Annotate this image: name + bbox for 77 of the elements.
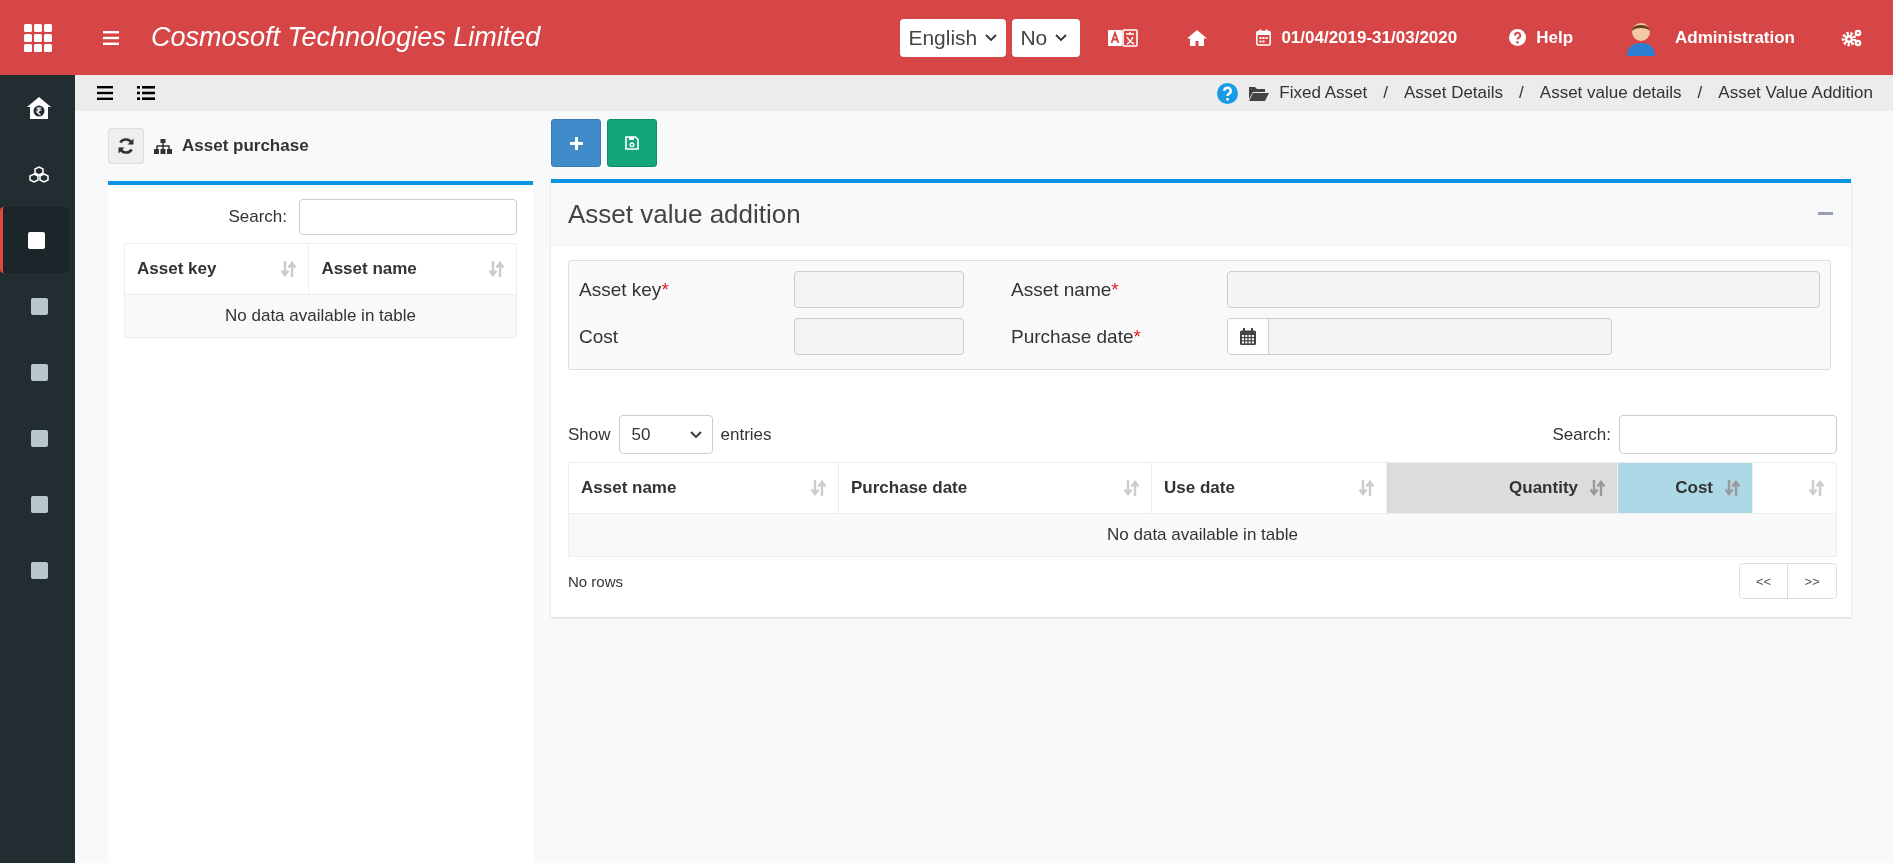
card-title: Asset value addition xyxy=(568,198,801,230)
sort-icon xyxy=(489,260,504,278)
plus-icon xyxy=(568,135,584,151)
pagination-button[interactable]: << xyxy=(1740,564,1788,598)
home-icon[interactable] xyxy=(1186,28,1209,47)
save-button[interactable] xyxy=(607,119,657,167)
calendar-icon[interactable] xyxy=(1228,319,1269,354)
language-select[interactable]: English xyxy=(900,18,1007,57)
help-icon xyxy=(1509,29,1527,46)
sidebar-item[interactable] xyxy=(0,207,69,273)
square-icon xyxy=(30,429,48,447)
folder-icon xyxy=(1248,85,1270,101)
add-button[interactable] xyxy=(551,119,601,167)
help-link[interactable]: Help xyxy=(1509,27,1574,48)
sort-icon xyxy=(1809,479,1824,497)
sort-icon xyxy=(281,260,297,278)
date-field[interactable] xyxy=(1227,318,1612,355)
breadcrumb-link[interactable]: Asset Details xyxy=(1403,83,1504,103)
page-size-select[interactable]: 50 xyxy=(618,415,713,454)
caret-icon xyxy=(985,33,998,42)
sort-icon xyxy=(1359,479,1374,497)
sort-icon xyxy=(1725,479,1740,497)
list-icon[interactable] xyxy=(137,86,155,100)
search-label: Search: xyxy=(228,207,287,227)
column-header[interactable]: Use date xyxy=(1151,462,1387,514)
translate-icon[interactable] xyxy=(1108,28,1139,47)
column-header[interactable]: Cost xyxy=(1617,462,1753,514)
column-header[interactable]: Asset name xyxy=(308,243,517,295)
calendar-icon xyxy=(1256,29,1272,46)
field-label: Purchase date* xyxy=(1011,325,1142,348)
entries-label: entries xyxy=(720,424,772,445)
breadcrumb-link[interactable]: Asset value details xyxy=(1539,83,1682,103)
column-header[interactable]: Asset key xyxy=(124,243,309,295)
field-label: Asset name* xyxy=(1011,278,1120,301)
column-header[interactable]: Quantity xyxy=(1386,462,1618,514)
square-icon xyxy=(30,297,48,315)
search-field[interactable] xyxy=(1619,415,1837,454)
breadcrumb-separator: / xyxy=(1697,83,1703,103)
sort-icon xyxy=(1590,479,1605,497)
settings-icon[interactable] xyxy=(1841,27,1863,48)
caret-icon xyxy=(689,430,702,439)
empty-message: No data available in table xyxy=(568,513,1837,557)
field-label: Asset key* xyxy=(579,278,670,301)
column-header[interactable]: Asset name xyxy=(568,462,839,514)
collapse-icon[interactable] xyxy=(1818,212,1833,216)
financial-year[interactable]: 01/04/2019-31/03/2020 xyxy=(1256,27,1458,48)
refresh-icon xyxy=(117,137,135,155)
apps-grid-icon[interactable] xyxy=(23,23,52,52)
sitemap-icon xyxy=(154,138,172,154)
cubes-icon xyxy=(29,165,49,183)
breadcrumb-separator: / xyxy=(1383,83,1388,103)
show-label: Show xyxy=(568,424,611,445)
square-icon xyxy=(30,561,48,579)
row-count: No rows xyxy=(568,572,623,590)
panel-title: Asset purchase xyxy=(182,136,309,156)
home-icon xyxy=(26,96,52,120)
breadcrumb-link[interactable]: Asset Value Addition xyxy=(1718,83,1873,103)
help-icon[interactable] xyxy=(1217,82,1239,104)
save-icon xyxy=(625,136,639,150)
field-label: Cost xyxy=(579,325,620,348)
company-name: Cosmosoft Technologies Limited xyxy=(151,22,541,53)
search-field[interactable] xyxy=(299,199,517,235)
square-icon xyxy=(30,363,48,381)
user-menu[interactable]: Administration xyxy=(1625,19,1795,56)
search-label: Search: xyxy=(1552,424,1611,445)
sort-icon xyxy=(811,479,826,497)
column-header[interactable]: Purchase date xyxy=(838,462,1152,514)
sort-icon xyxy=(1124,479,1139,497)
empty-message: No data available in table xyxy=(124,294,517,338)
breadcrumb-link[interactable]: Fixed Asset xyxy=(1279,83,1368,103)
square-icon xyxy=(27,231,45,249)
refresh-button[interactable] xyxy=(108,128,144,164)
option-select[interactable]: No xyxy=(1012,18,1081,57)
caret-icon xyxy=(1055,33,1068,42)
menu-icon[interactable] xyxy=(97,86,113,100)
breadcrumb-separator: / xyxy=(1519,83,1524,103)
square-icon xyxy=(30,495,48,513)
